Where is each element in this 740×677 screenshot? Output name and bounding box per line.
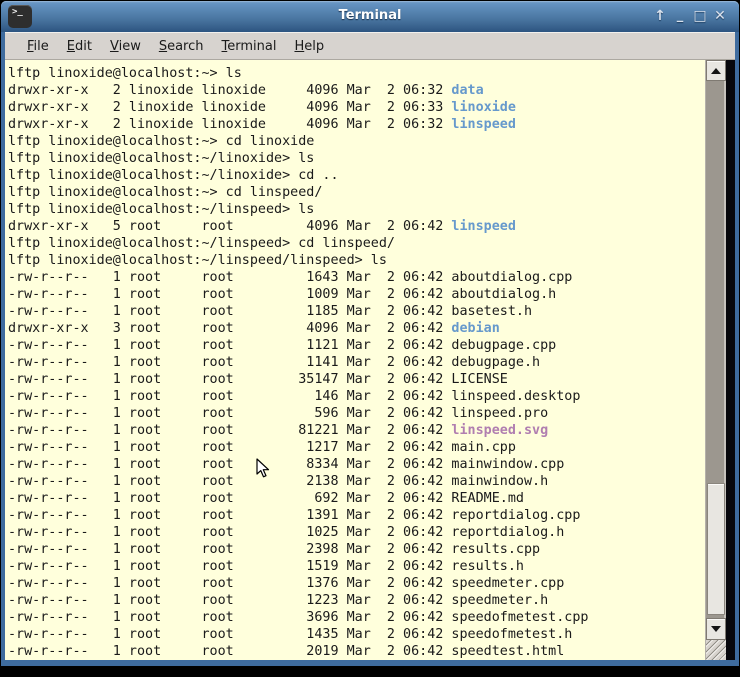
terminal-line: -rw-r--r-- 1 root root 3696 Mar 2 06:42 … — [8, 609, 705, 626]
terminal-line: lftp linoxide@localhost:~/linspeed> cd l… — [8, 235, 705, 252]
terminal-line: lftp linoxide@localhost:~/linoxide> cd .… — [8, 167, 705, 184]
terminal-line: -rw-r--r-- 1 root root 1009 Mar 2 06:42 … — [8, 286, 705, 303]
terminal-line: drwxr-xr-x 3 root root 4096 Mar 2 06:42 … — [8, 320, 705, 337]
menu-item-help[interactable]: Help — [285, 35, 333, 58]
terminal-frame: lftp linoxide@localhost:~> lsdrwxr-xr-x … — [5, 60, 735, 660]
terminal-line: -rw-r--r-- 1 root root 692 Mar 2 06:42 R… — [8, 490, 705, 507]
desktop-background: >_ Terminal ↑ _ □ ✕ FileEditViewSearchTe… — [0, 0, 740, 677]
window-inner-shadow — [726, 60, 735, 660]
scroll-up-button[interactable] — [706, 60, 726, 81]
terminal-line: -rw-r--r-- 1 root root 1391 Mar 2 06:42 … — [8, 507, 705, 524]
titlebar[interactable]: >_ Terminal ↑ _ □ ✕ — [1, 1, 739, 32]
terminal-line: -rw-r--r-- 1 root root 2019 Mar 2 06:42 … — [8, 643, 705, 660]
minimize-button[interactable]: _ — [673, 9, 687, 23]
terminal-line: lftp linoxide@localhost:~/linspeed/linsp… — [8, 252, 705, 269]
terminal-line: -rw-r--r-- 1 root root 146 Mar 2 06:42 l… — [8, 388, 705, 405]
terminal-line: lftp linoxide@localhost:~/linoxide> ls — [8, 150, 705, 167]
terminal-line: lftp linoxide@localhost:~> cd linspeed/ — [8, 184, 705, 201]
window-controls: ↑ _ □ ✕ — [653, 6, 727, 26]
terminal-line: drwxr-xr-x 2 linoxide linoxide 4096 Mar … — [8, 99, 705, 116]
terminal-line: -rw-r--r-- 1 root root 1376 Mar 2 06:42 … — [8, 575, 705, 592]
terminal-line: -rw-r--r-- 1 root root 2398 Mar 2 06:42 … — [8, 541, 705, 558]
terminal-line: -rw-r--r-- 1 root root 1643 Mar 2 06:42 … — [8, 269, 705, 286]
scrollbar-trough[interactable] — [706, 81, 726, 618]
terminal-line: drwxr-xr-x 2 linoxide linoxide 4096 Mar … — [8, 116, 705, 133]
menu-item-view[interactable]: View — [101, 35, 150, 58]
scroll-down-button[interactable] — [706, 618, 726, 640]
terminal-line: -rw-r--r-- 1 root root 1121 Mar 2 06:42 … — [8, 337, 705, 354]
terminal-output[interactable]: lftp linoxide@localhost:~> lsdrwxr-xr-x … — [5, 60, 705, 660]
menu-item-search[interactable]: Search — [150, 35, 213, 58]
menu-item-terminal[interactable]: Terminal — [213, 35, 286, 58]
terminal-line: lftp linoxide@localhost:~/linspeed> ls — [8, 201, 705, 218]
terminal-window: >_ Terminal ↑ _ □ ✕ FileEditViewSearchTe… — [1, 1, 739, 666]
terminal-line: -rw-r--r-- 1 root root 1185 Mar 2 06:42 … — [8, 303, 705, 320]
shade-button[interactable]: ↑ — [653, 6, 667, 26]
terminal-line: lftp linoxide@localhost:~> cd linoxide — [8, 133, 705, 150]
terminal-line: -rw-r--r-- 1 root root 1217 Mar 2 06:42 … — [8, 439, 705, 456]
terminal-line: -rw-r--r-- 1 root root 35147 Mar 2 06:42… — [8, 371, 705, 388]
terminal-line: -rw-r--r-- 1 root root 1223 Mar 2 06:42 … — [8, 592, 705, 609]
terminal-line: -rw-r--r-- 1 root root 1519 Mar 2 06:42 … — [8, 558, 705, 575]
arrow-down-icon — [711, 626, 721, 632]
maximize-button[interactable]: □ — [693, 6, 707, 26]
arrow-up-icon — [711, 68, 721, 74]
terminal-line: drwxr-xr-x 2 linoxide linoxide 4096 Mar … — [8, 82, 705, 99]
terminal-line: drwxr-xr-x 5 root root 4096 Mar 2 06:42 … — [8, 218, 705, 235]
menu-item-edit[interactable]: Edit — [58, 35, 101, 58]
terminal-line: lftp linoxide@localhost:~> ls — [8, 65, 705, 82]
menu-item-file[interactable]: File — [18, 35, 58, 58]
scrollbar-thumb[interactable] — [707, 483, 725, 615]
terminal-line: -rw-r--r-- 1 root root 1141 Mar 2 06:42 … — [8, 354, 705, 371]
terminal-line: -rw-r--r-- 1 root root 81221 Mar 2 06:42… — [8, 422, 705, 439]
terminal-line: -rw-r--r-- 1 root root 596 Mar 2 06:42 l… — [8, 405, 705, 422]
close-button[interactable]: ✕ — [713, 6, 727, 26]
resize-grip[interactable] — [706, 640, 726, 660]
terminal-line: -rw-r--r-- 1 root root 1435 Mar 2 06:42 … — [8, 626, 705, 643]
terminal-line: -rw-r--r-- 1 root root 8334 Mar 2 06:42 … — [8, 456, 705, 473]
terminal-line: -rw-r--r-- 1 root root 1025 Mar 2 06:42 … — [8, 524, 705, 541]
window-title: Terminal — [1, 8, 739, 23]
scrollbar[interactable] — [705, 60, 726, 660]
menubar: FileEditViewSearchTerminalHelp — [5, 32, 735, 60]
terminal-line: -rw-r--r-- 1 root root 2138 Mar 2 06:42 … — [8, 473, 705, 490]
